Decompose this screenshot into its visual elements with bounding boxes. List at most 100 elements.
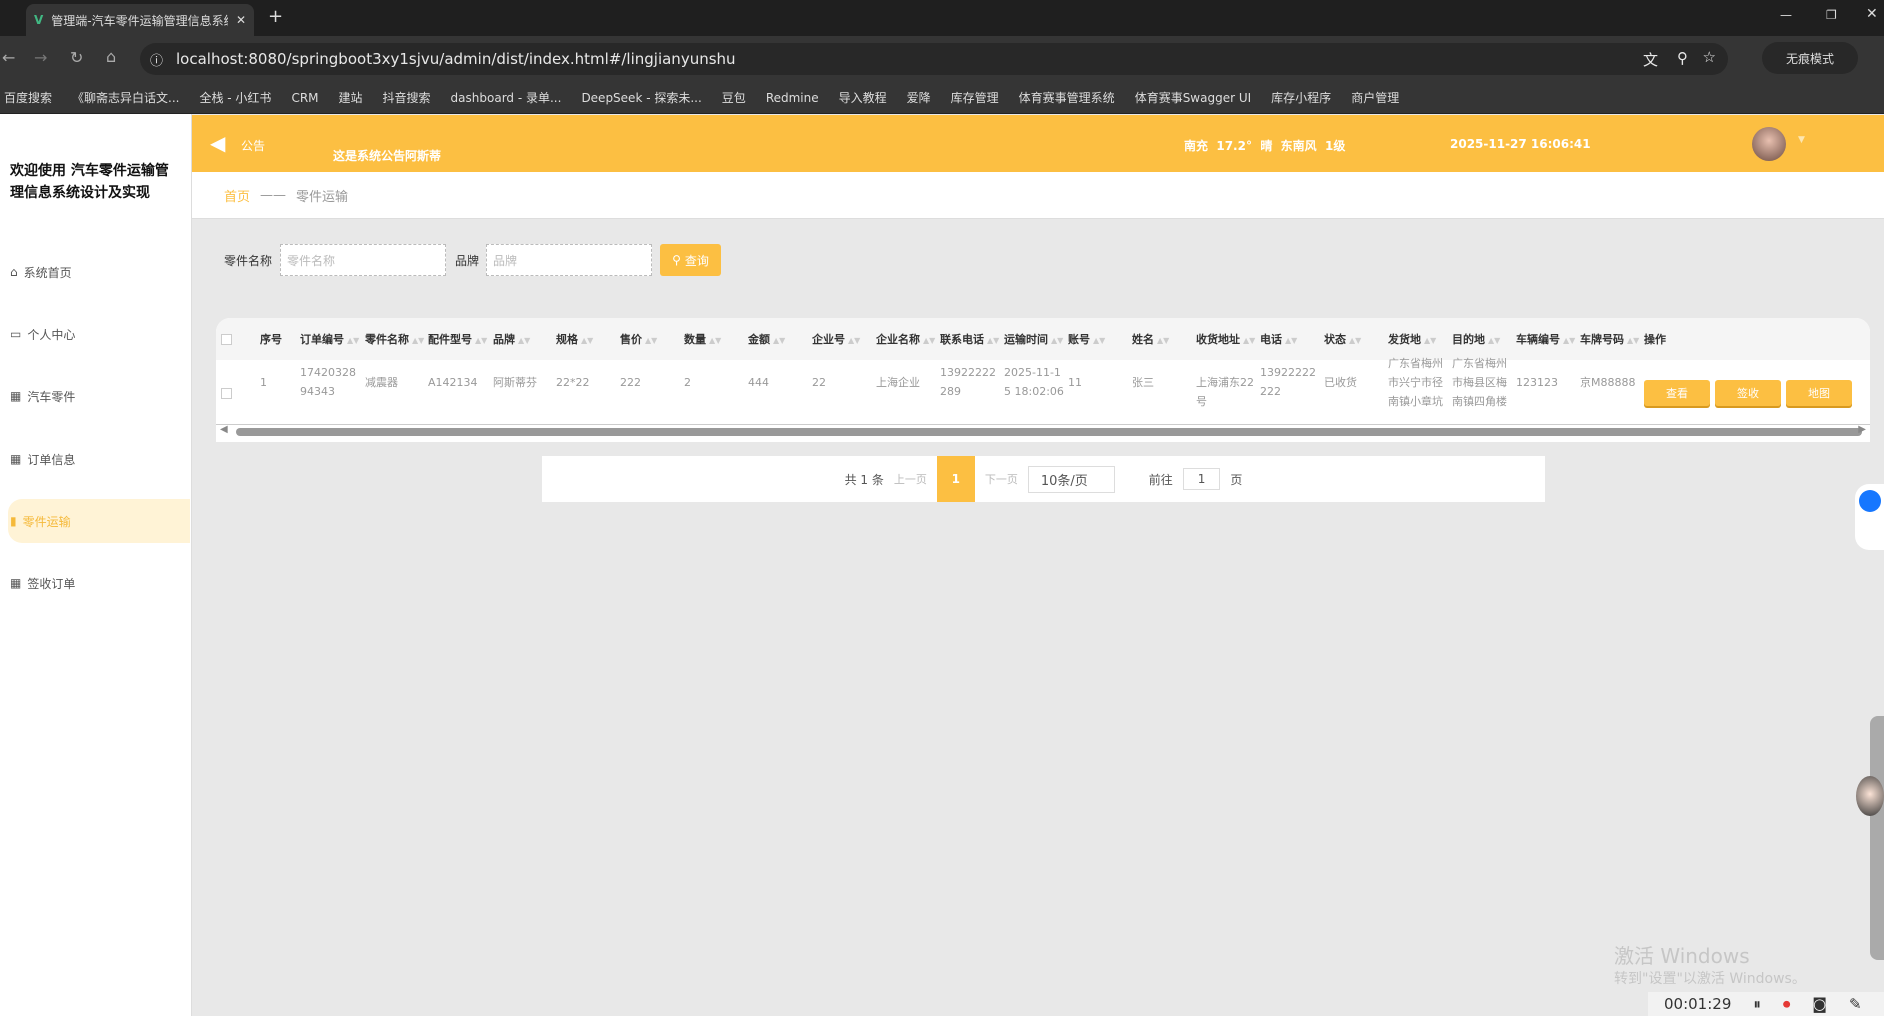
sort-icon[interactable]: ▲▼ — [645, 336, 657, 345]
query-button[interactable]: ⚲ 查询 — [660, 244, 721, 276]
pen-icon[interactable]: ✎ — [1849, 995, 1862, 1013]
pause-icon[interactable]: ⏸ — [1753, 995, 1761, 1013]
sidebar-item-orders[interactable]: ▦ 订单信息 — [8, 437, 190, 481]
bookmark[interactable]: 豆包 — [722, 89, 746, 106]
sort-icon[interactable]: ▲▼ — [773, 336, 785, 345]
bookmark[interactable]: 抖音搜索 — [383, 89, 431, 106]
column-header[interactable]: 运输时间 ▲▼ — [1004, 330, 1063, 350]
sidebar-item-home[interactable]: ⌂ 系统首页 — [8, 250, 190, 294]
camera-icon[interactable]: ◙ — [1812, 995, 1827, 1013]
bookmark[interactable]: 商户管理 — [1351, 89, 1399, 106]
side-toolbar[interactable] — [1870, 716, 1884, 960]
sort-icon[interactable]: ▲▼ — [412, 336, 424, 345]
scroll-right-icon[interactable]: ▶ — [1858, 424, 1866, 435]
avatar[interactable] — [1752, 127, 1786, 161]
column-header[interactable]: 账号 ▲▼ — [1068, 330, 1105, 350]
part-name-input[interactable]: 零件名称 — [280, 244, 446, 276]
column-header[interactable]: 状态 ▲▼ — [1324, 330, 1361, 350]
bookmark[interactable]: Redmine — [766, 91, 819, 105]
brand-input[interactable]: 品牌 — [486, 244, 652, 276]
column-header[interactable]: 目的地 ▲▼ — [1452, 330, 1500, 350]
sidebar-item-profile[interactable]: ▭ 个人中心 — [8, 312, 190, 356]
browser-tab[interactable]: V 管理端-汽车零件运输管理信息系统 ✕ — [26, 4, 254, 36]
column-header[interactable]: 售价 ▲▼ — [620, 330, 657, 350]
url-input[interactable]: ⓘ localhost:8080/springboot3xy1sjvu/admin… — [140, 43, 1728, 75]
page-button-1[interactable]: 1 — [936, 456, 975, 502]
sort-icon[interactable]: ▲▼ — [347, 336, 359, 345]
sort-icon[interactable]: ▲▼ — [1093, 336, 1105, 345]
zoom-icon[interactable]: ⚲ — [1677, 49, 1688, 67]
column-header[interactable]: 企业名称 ▲▼ — [876, 330, 935, 350]
map-button[interactable]: 地图 — [1786, 380, 1852, 406]
stop-record-icon[interactable]: ⏺ — [1783, 995, 1791, 1013]
sort-icon[interactable]: ▲▼ — [1627, 336, 1639, 345]
new-tab-icon[interactable]: + — [268, 6, 283, 27]
sort-icon[interactable]: ▲▼ — [1051, 336, 1063, 345]
floating-widget[interactable] — [1855, 484, 1884, 550]
sidebar-item-transport[interactable]: ▮ 零件运输 — [8, 499, 190, 543]
sort-icon[interactable]: ▲▼ — [475, 336, 487, 345]
assistant-avatar[interactable] — [1856, 776, 1884, 816]
sort-icon[interactable]: ▲▼ — [709, 336, 721, 345]
column-header[interactable]: 金额 ▲▼ — [748, 330, 785, 350]
column-header[interactable]: 姓名 ▲▼ — [1132, 330, 1169, 350]
sidebar-item-parts[interactable]: ▦ 汽车零件 — [8, 374, 190, 418]
column-header[interactable]: 规格 ▲▼ — [556, 330, 593, 350]
scroll-left-icon[interactable]: ◀ — [220, 424, 228, 435]
bookmark[interactable]: 建站 — [339, 89, 363, 106]
forward-icon[interactable]: → — [34, 48, 47, 67]
bookmark[interactable]: 体育赛事Swagger UI — [1135, 89, 1251, 106]
column-header[interactable]: 配件型号 ▲▼ — [428, 330, 487, 350]
sort-icon[interactable]: ▲▼ — [1349, 336, 1361, 345]
sign-button[interactable]: 签收 — [1715, 380, 1781, 406]
bookmark[interactable]: 百度搜索 — [4, 89, 52, 106]
sort-icon[interactable]: ▲▼ — [1563, 336, 1575, 345]
bookmark[interactable]: CRM — [291, 91, 318, 105]
sort-icon[interactable]: ▲▼ — [1285, 336, 1297, 345]
sort-icon[interactable]: ▲▼ — [1488, 336, 1500, 345]
sort-icon[interactable]: ▲▼ — [581, 336, 593, 345]
prev-page-button[interactable]: 上一页 — [894, 471, 927, 487]
site-info-icon[interactable]: ⓘ — [150, 50, 163, 69]
bookmark[interactable]: dashboard - 录单... — [451, 89, 562, 106]
assistant-icon[interactable] — [1859, 490, 1881, 512]
column-header[interactable]: 零件名称 ▲▼ — [365, 330, 424, 350]
bookmark[interactable]: 《聊斋志异白话文... — [72, 89, 179, 106]
bookmark[interactable]: 体育赛事管理系统 — [1019, 89, 1115, 106]
bookmark[interactable]: 全栈 - 小红书 — [199, 89, 271, 106]
bookmark[interactable]: 库存小程序 — [1271, 89, 1331, 106]
restore-icon[interactable]: ❐ — [1826, 8, 1837, 22]
bookmark[interactable]: DeepSeek - 探索未... — [581, 89, 701, 106]
star-icon[interactable]: ☆ — [1703, 48, 1716, 66]
home-icon[interactable]: ⌂ — [106, 47, 116, 66]
column-header[interactable]: 企业号 ▲▼ — [812, 330, 860, 350]
sort-icon[interactable]: ▲▼ — [1157, 336, 1169, 345]
close-window-icon[interactable]: ✕ — [1866, 6, 1878, 22]
close-tab-icon[interactable]: ✕ — [236, 13, 246, 27]
sort-icon[interactable]: ▲▼ — [848, 336, 860, 345]
column-header[interactable]: 品牌 ▲▼ — [493, 330, 530, 350]
minimize-icon[interactable]: — — [1780, 8, 1792, 22]
bookmark[interactable]: 导入教程 — [839, 89, 887, 106]
chevron-down-icon[interactable]: ▼ — [1798, 135, 1805, 145]
page-size-select[interactable]: 10条/页 — [1027, 465, 1115, 493]
sort-icon[interactable]: ▲▼ — [1424, 336, 1436, 345]
bookmark[interactable]: 爱降 — [907, 89, 931, 106]
sort-icon[interactable]: ▲▼ — [1243, 336, 1255, 345]
sidebar-item-signed-orders[interactable]: ▦ 签收订单 — [8, 561, 190, 605]
view-button[interactable]: 查看 — [1644, 380, 1710, 406]
translate-icon[interactable]: 文 — [1643, 49, 1658, 70]
column-header[interactable]: 收货地址 ▲▼ — [1196, 330, 1255, 350]
column-header[interactable]: 发货地 ▲▼ — [1388, 330, 1436, 350]
next-page-button[interactable]: 下一页 — [985, 471, 1018, 487]
bookmark[interactable]: 库存管理 — [951, 89, 999, 106]
column-header[interactable]: 车牌号码 ▲▼ — [1580, 330, 1639, 350]
select-all-checkbox[interactable] — [221, 334, 232, 345]
goto-page-input[interactable]: 1 — [1182, 468, 1221, 490]
breadcrumb-home[interactable]: 首页 — [224, 186, 250, 205]
back-icon[interactable]: ← — [2, 48, 15, 67]
sort-icon[interactable]: ▲▼ — [987, 336, 999, 345]
column-header[interactable]: 车辆编号 ▲▼ — [1516, 330, 1575, 350]
row-checkbox[interactable] — [221, 388, 232, 399]
column-header[interactable]: 数量 ▲▼ — [684, 330, 721, 350]
